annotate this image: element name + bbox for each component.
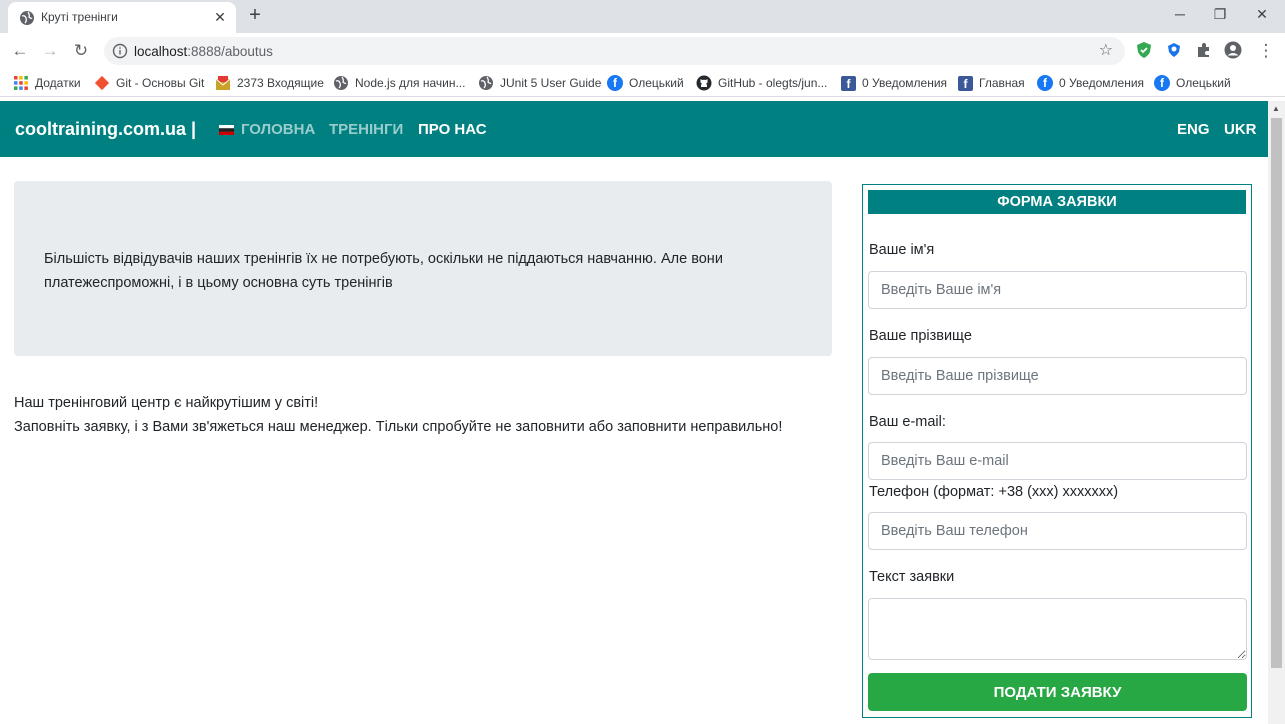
request-text-label: Текст заявки <box>869 569 955 585</box>
nav-link-trainings[interactable]: ТРЕНІНГИ <box>329 121 403 138</box>
bookmark-label: Додатки <box>35 76 81 90</box>
info-icon[interactable] <box>112 43 128 59</box>
bookmark-notifications-1[interactable]: f 0 Уведомления <box>841 74 947 92</box>
globe-icon <box>20 11 34 25</box>
browser-tab-strip: Круті тренінги ✕ + ─ ❐ ✕ <box>0 0 1285 33</box>
new-tab-button[interactable]: + <box>244 4 266 26</box>
site-brand[interactable]: cooltraining.com.ua | <box>15 119 196 140</box>
bookmark-facebook-oletsky-2[interactable]: f Олецький <box>1154 74 1231 92</box>
bookmark-label: Node.js для начин... <box>355 76 466 90</box>
bookmark-label: Олецький <box>1176 76 1231 90</box>
phone-label: Телефон (формат: +38 (xxx) xxxxxxx) <box>869 484 1119 500</box>
scrollbar-thumb[interactable] <box>1271 118 1282 668</box>
bookmark-nodejs[interactable]: Node.js для начин... <box>333 74 465 92</box>
bookmark-star-icon[interactable]: ☆ <box>1099 40 1113 60</box>
shield-extension-icon[interactable] <box>1135 41 1153 59</box>
scroll-up-arrow-icon[interactable]: ▲ <box>1272 104 1280 113</box>
bookmark-label: Олецький <box>629 76 684 90</box>
vpn-extension-icon[interactable] <box>1165 41 1183 59</box>
name-label: Ваше ім'я <box>869 242 935 258</box>
jumbotron: Більшість відвідувачів наших тренінгів ї… <box>14 181 832 356</box>
bookmark-label: 0 Уведомления <box>862 76 948 90</box>
submit-button[interactable]: ПОДАТИ ЗАЯВКУ <box>868 673 1247 711</box>
bookmark-facebook-oletsky[interactable]: f Олецький <box>607 74 684 92</box>
bookmark-apps[interactable]: Додатки <box>13 74 81 92</box>
bookmarks-bar: Додатки Git - Основы Git 2373 Входящие N… <box>0 68 1285 97</box>
email-label: Ваш e-mail: <box>869 414 946 430</box>
extensions-puzzle-icon[interactable] <box>1195 41 1213 59</box>
facebook-square-icon: f <box>958 75 973 91</box>
facebook-icon: f <box>1037 75 1053 91</box>
about-line-2: Заповніть заявку, і з Вами зв'яжеться на… <box>14 419 783 435</box>
bookmark-label: Главная <box>979 76 1025 90</box>
restore-icon[interactable]: ❐ <box>1205 4 1235 24</box>
address-bar[interactable]: localhost:8888/aboutus ☆ <box>104 37 1125 65</box>
back-icon[interactable]: ← <box>9 40 31 62</box>
globe-icon <box>334 76 348 90</box>
git-icon <box>94 75 110 91</box>
email-input[interactable] <box>868 442 1247 480</box>
close-tab-icon[interactable]: ✕ <box>211 8 229 26</box>
bookmark-label: 2373 Входящие <box>237 76 324 90</box>
facebook-icon: f <box>607 75 623 91</box>
bookmark-label: JUnit 5 User Guide <box>500 76 602 90</box>
jumbotron-text: Більшість відвідувачів наших тренінгів ї… <box>44 251 723 291</box>
bookmark-label: Git - Основы Git <box>116 76 205 90</box>
bookmark-label: GitHub - olegts/jun... <box>718 76 828 90</box>
bookmark-github[interactable]: GitHub - olegts/jun... <box>696 74 827 92</box>
mail-icon <box>215 76 231 90</box>
profile-avatar-icon[interactable] <box>1224 41 1242 59</box>
surname-label: Ваше прізвище <box>869 328 972 344</box>
lang-eng-link[interactable]: ENG <box>1177 121 1210 138</box>
nav-link-home[interactable]: ГОЛОВНА <box>241 121 315 138</box>
github-icon <box>696 75 712 91</box>
ukraine-flag-icon <box>219 125 234 135</box>
bookmark-notifications-2[interactable]: f 0 Уведомления <box>1037 74 1144 92</box>
surname-input[interactable] <box>868 357 1247 395</box>
browser-tab[interactable]: Круті тренінги ✕ <box>8 2 236 33</box>
minimize-icon[interactable]: ─ <box>1165 4 1195 24</box>
bookmark-junit[interactable]: JUnit 5 User Guide <box>478 74 601 92</box>
bookmark-label: 0 Уведомления <box>1059 76 1145 90</box>
bookmark-git[interactable]: Git - Основы Git <box>94 74 204 92</box>
close-window-icon[interactable]: ✕ <box>1247 4 1277 24</box>
site-navbar: cooltraining.com.ua | ГОЛОВНА ТРЕНІНГИ П… <box>0 101 1268 157</box>
application-form: ФОРМА ЗАЯВКИ Ваше ім'я Ваше прізвище Ваш… <box>862 184 1252 718</box>
browser-toolbar: ← → ↻ localhost:8888/aboutus ☆ ⋮ <box>0 33 1285 68</box>
menu-kebab-icon[interactable]: ⋮ <box>1255 40 1277 62</box>
facebook-square-icon: f <box>841 75 856 91</box>
bookmark-inbox[interactable]: 2373 Входящие <box>215 74 324 92</box>
facebook-icon: f <box>1154 75 1170 91</box>
about-text: Наш тренінговий центр є найкрутішим у св… <box>14 391 834 439</box>
nav-link-about[interactable]: ПРО НАС <box>418 121 487 138</box>
apps-grid-icon <box>14 76 28 90</box>
forward-icon[interactable]: → <box>39 40 61 62</box>
form-title: ФОРМА ЗАЯВКИ <box>868 190 1246 214</box>
globe-icon <box>479 76 493 90</box>
phone-input[interactable] <box>868 512 1247 550</box>
name-input[interactable] <box>868 271 1247 309</box>
page-scrollbar[interactable]: ▲ <box>1268 101 1285 724</box>
url-text: localhost:8888/aboutus <box>134 44 273 59</box>
reload-icon[interactable]: ↻ <box>70 40 92 62</box>
lang-ukr-link[interactable]: UKR <box>1224 121 1257 138</box>
request-text-area[interactable] <box>868 598 1247 660</box>
tab-title: Круті тренінги <box>41 10 118 24</box>
page-viewport: cooltraining.com.ua | ГОЛОВНА ТРЕНІНГИ П… <box>0 101 1268 724</box>
about-line-1: Наш тренінговий центр є найкрутішим у св… <box>14 395 319 411</box>
bookmark-home[interactable]: f Главная <box>958 74 1025 92</box>
